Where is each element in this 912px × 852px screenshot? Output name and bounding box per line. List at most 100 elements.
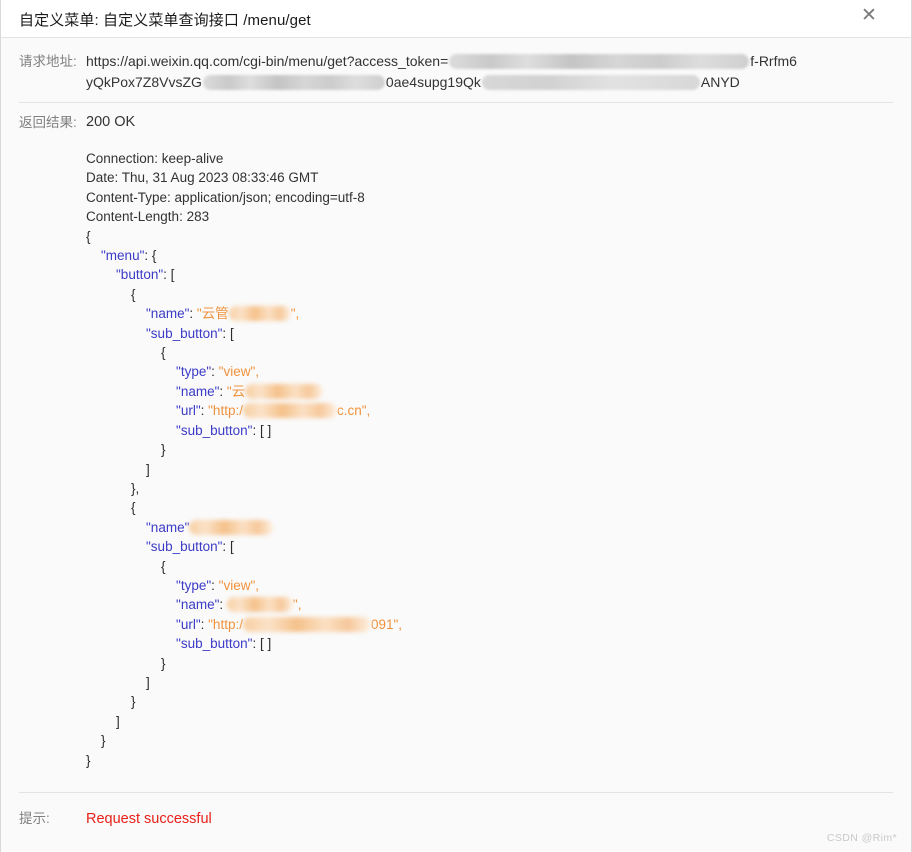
- json-line: ]: [86, 673, 895, 692]
- redacted-value-block: [228, 306, 291, 322]
- json-line: "sub_button": [ ]: [86, 421, 895, 440]
- json-token: {: [131, 286, 136, 302]
- response-row: 返回结果: 200 OK Connection: keep-alive Date:…: [1, 103, 911, 770]
- json-token: ]: [116, 713, 120, 729]
- close-icon[interactable]: ✕: [857, 4, 881, 28]
- request-url-prefix: https://api.weixin.qq.com/cgi-bin/menu/g…: [86, 53, 449, 69]
- response-body-json: { "menu": { "button": [ { "name": "云管 ", …: [86, 227, 895, 770]
- json-token: },: [131, 480, 140, 496]
- json-token: :: [219, 597, 227, 613]
- json-line: }: [86, 751, 895, 770]
- json-token: "type": [176, 577, 212, 593]
- request-url-line2-suffix: ANYD: [700, 74, 740, 90]
- json-token: }: [161, 442, 166, 458]
- redacted-token-block-1: [449, 53, 750, 69]
- json-line: "name": "云管 ",: [86, 304, 895, 323]
- json-line: },: [86, 479, 895, 498]
- response-headers: Connection: keep-alive Date: Thu, 31 Aug …: [86, 149, 895, 227]
- request-url-row: 请求地址: https://api.weixin.qq.com/cgi-bin/…: [1, 38, 911, 102]
- json-token: :: [200, 403, 209, 419]
- json-line: {: [86, 227, 895, 246]
- redacted-token-block-3: [481, 74, 700, 90]
- json-line: {: [86, 343, 895, 362]
- json-token: }: [86, 752, 91, 768]
- api-debug-panel: 自定义菜单: 自定义菜单查询接口 /menu/get ✕ 请求地址: https…: [0, 0, 912, 852]
- json-token: {: [86, 228, 91, 244]
- response-header-line: Content-Length: 283: [86, 209, 210, 225]
- response-label: 返回结果:: [19, 115, 77, 130]
- json-token: "http:/: [208, 616, 243, 632]
- json-line: {: [86, 498, 895, 517]
- json-token: "name": [146, 306, 190, 322]
- response-status: 200 OK: [86, 114, 136, 130]
- json-line: }: [86, 692, 895, 711]
- json-line: }: [86, 654, 895, 673]
- json-token: :: [222, 325, 230, 341]
- redacted-token-block-2: [202, 74, 385, 90]
- json-token: "menu": [101, 248, 145, 264]
- json-line: "type": "view",: [86, 362, 895, 381]
- json-line: "name": "云: [86, 382, 895, 401]
- page-title: 自定义菜单: 自定义菜单查询接口 /menu/get: [19, 12, 311, 29]
- json-token: }: [161, 655, 166, 671]
- json-token: "type": [176, 364, 212, 380]
- hint-value: Request successful: [86, 808, 911, 830]
- response-header-line: Date: Thu, 31 Aug 2023 08:33:46 GMT: [86, 170, 319, 186]
- request-url-line-2: yQkPox7Z8VvsZG 0ae4supg19Qk ANYD: [86, 72, 895, 93]
- response-header-line: Connection: keep-alive: [86, 151, 224, 166]
- hint-message: Request successful: [86, 811, 212, 827]
- request-url-suffix: f-Rrfm6: [750, 53, 797, 69]
- redacted-value-block: [242, 403, 337, 419]
- json-token: 云管: [201, 306, 229, 322]
- json-line: "name": [86, 518, 895, 537]
- json-line: "menu": {: [86, 246, 895, 265]
- json-line: "button": [: [86, 265, 895, 284]
- json-token: 091",: [370, 616, 403, 632]
- json-line: {: [86, 285, 895, 304]
- json-token: :: [211, 577, 219, 593]
- json-token: "sub_button": [176, 636, 253, 652]
- json-token: ]: [146, 461, 150, 477]
- json-line: {: [86, 557, 895, 576]
- response-value: 200 OK Connection: keep-alive Date: Thu, …: [86, 112, 911, 770]
- json-token: [ ]: [259, 422, 272, 438]
- json-token: ",: [292, 597, 302, 613]
- json-token: "view",: [218, 364, 259, 380]
- json-line: "url": "http:/ 091",: [86, 615, 895, 634]
- json-line: "type": "view",: [86, 576, 895, 595]
- hint-row: 提示: Request successful: [1, 793, 911, 830]
- json-line: "name": ",: [86, 595, 895, 614]
- json-token: :: [252, 422, 260, 438]
- panel-body: 请求地址: https://api.weixin.qq.com/cgi-bin/…: [1, 38, 911, 851]
- json-token: "http:/: [208, 403, 243, 419]
- json-token: "name": [176, 383, 220, 399]
- json-token: :: [144, 248, 152, 264]
- hint-label: 提示:: [19, 811, 50, 826]
- json-token: :: [189, 306, 197, 322]
- json-token: 云: [231, 383, 246, 399]
- json-token: }: [131, 694, 136, 710]
- watermark: CSDN @Rim*: [826, 832, 897, 844]
- json-token: ",: [290, 306, 300, 322]
- json-token: ]: [146, 674, 150, 690]
- json-token: {: [131, 500, 136, 516]
- json-token: [ ]: [259, 636, 272, 652]
- json-token: :: [163, 267, 171, 283]
